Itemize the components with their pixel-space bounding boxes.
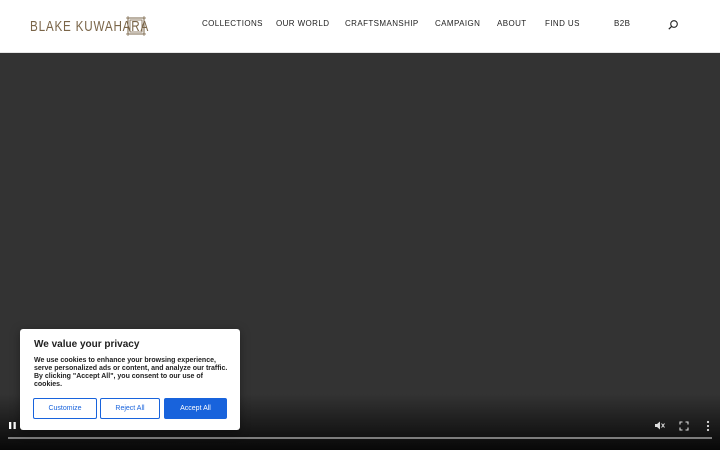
cookie-banner-title: We value your privacy (34, 339, 140, 350)
nav-craftsmanship[interactable]: CRAFTSMANSHIP (345, 19, 419, 28)
customize-button[interactable]: Customize (33, 398, 97, 419)
search-icon[interactable] (667, 19, 679, 31)
nav-our-world[interactable]: OUR WORLD (276, 19, 329, 28)
cookie-consent-banner: We value your privacy We use cookies to … (20, 329, 240, 430)
reject-all-button[interactable]: Reject All (100, 398, 160, 419)
more-options-icon[interactable] (704, 420, 712, 432)
nav-b2b[interactable]: B2B (614, 19, 630, 28)
nav-find-us[interactable]: FIND US (545, 19, 580, 28)
fullscreen-icon[interactable] (679, 421, 689, 431)
video-progress-bar[interactable] (8, 437, 712, 439)
nav-collections[interactable]: COLLECTIONS (202, 19, 263, 28)
accept-all-button[interactable]: Accept All (164, 398, 227, 419)
site-header: BLAKE KUWAHARA COLLECTIONS OUR WORLD CRA… (0, 0, 720, 53)
mute-icon[interactable] (654, 420, 665, 431)
brand-logo[interactable]: BLAKE KUWAHARA (30, 14, 183, 38)
cookie-banner-text: We use cookies to enhance your browsing … (34, 357, 228, 388)
pause-icon[interactable] (8, 421, 17, 430)
nav-about[interactable]: ABOUT (497, 19, 527, 28)
nav-campaign[interactable]: CAMPAIGN (435, 19, 480, 28)
logo-mark-icon (126, 16, 146, 36)
